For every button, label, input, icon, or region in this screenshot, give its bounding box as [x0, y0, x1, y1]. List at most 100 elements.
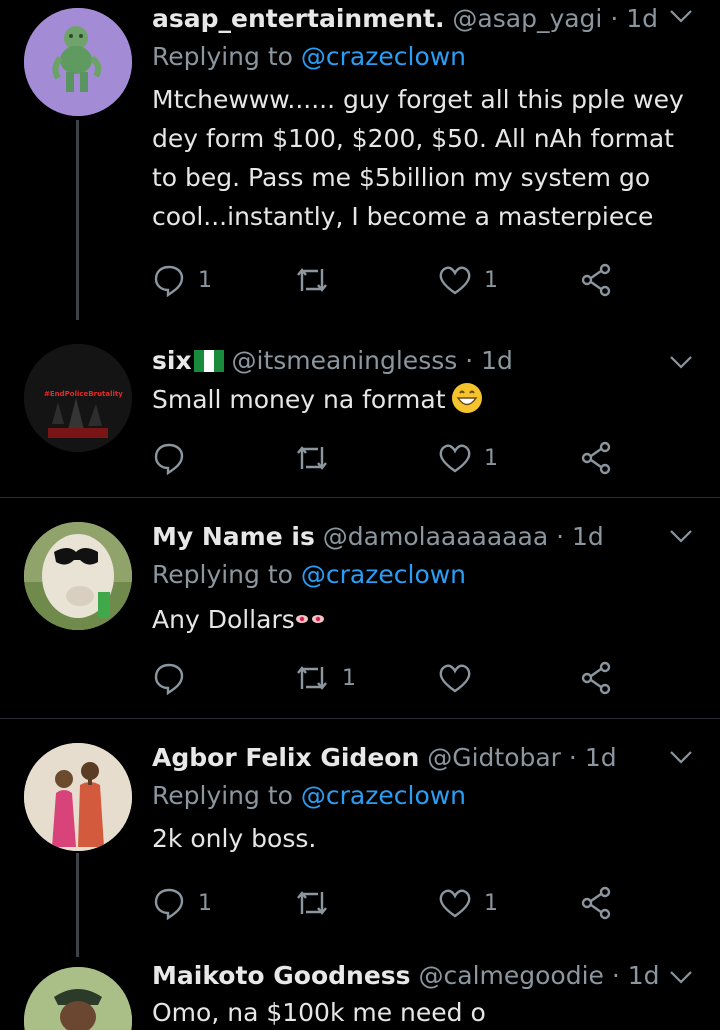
display-name[interactable]: My Name is — [152, 522, 315, 551]
tweet-header: My Name is @damolaaaaaaaa · 1d — [152, 520, 700, 554]
share-button[interactable] — [580, 658, 612, 698]
tweet[interactable]: Agbor Felix Gideon @Gidtobar · 1d Replyi… — [0, 719, 720, 957]
eyes-emoji-icon — [295, 598, 325, 623]
user-handle[interactable]: @itsmeaninglesss — [232, 346, 458, 375]
tweet[interactable]: Maikoto Goodness @calmegoodie · 1d Omo, … — [0, 955, 720, 1030]
replying-to-label: Replying to — [152, 42, 293, 71]
avatar[interactable] — [24, 967, 132, 1030]
share-icon — [581, 661, 611, 695]
tweet-header: six @itsmeaninglesss · 1d — [152, 344, 700, 378]
avatar-image — [24, 8, 132, 116]
thread-line — [76, 853, 79, 957]
timestamp[interactable]: · 1d — [610, 4, 658, 33]
like-count: 1 — [484, 267, 498, 293]
like-button[interactable]: 1 — [438, 260, 498, 300]
timestamp[interactable]: · 1d — [556, 522, 604, 551]
retweet-icon — [297, 891, 327, 915]
like-count: 1 — [484, 445, 498, 471]
reply-icon — [154, 443, 184, 475]
reply-count: 1 — [198, 890, 212, 916]
replying-to-label: Replying to — [152, 781, 293, 810]
display-name[interactable]: Agbor Felix Gideon — [152, 743, 419, 772]
timestamp[interactable]: · 1d — [612, 961, 660, 990]
avatar-caption: #EndPoliceBrutality — [44, 390, 123, 398]
replying-to-link[interactable]: @crazeclown — [301, 781, 466, 810]
chevron-down-icon[interactable] — [668, 747, 694, 767]
tweet-text: Omo, na $100k me need o — [152, 998, 486, 1027]
tweet[interactable]: My Name is @damolaaaaaaaa · 1d Replying … — [0, 498, 720, 716]
retweet-button[interactable] — [294, 260, 342, 300]
avatar[interactable] — [24, 522, 132, 630]
reply-button[interactable]: 1 — [152, 260, 212, 300]
reply-count: 1 — [198, 267, 212, 293]
like-count: 1 — [484, 890, 498, 916]
retweet-icon — [297, 666, 327, 690]
retweet-icon — [297, 446, 327, 470]
like-icon — [439, 266, 471, 295]
tweet-header: asap_entertainment. @asap_yagi · 1d — [152, 2, 700, 36]
like-button[interactable]: 1 — [438, 438, 498, 478]
retweet-button[interactable] — [294, 883, 342, 923]
avatar-image — [24, 743, 132, 851]
timestamp[interactable]: · 1d — [465, 346, 513, 375]
reply-button[interactable] — [152, 658, 198, 698]
like-icon — [439, 664, 471, 693]
share-button[interactable] — [580, 883, 612, 923]
reply-button[interactable]: 1 — [152, 883, 212, 923]
avatar[interactable]: #EndPoliceBrutality — [24, 344, 132, 452]
reply-icon — [154, 888, 184, 920]
like-icon — [439, 889, 471, 918]
retweet-button[interactable]: 1 — [294, 658, 356, 698]
tweet-text-row: Any Dollars — [152, 598, 700, 639]
avatar-image — [24, 344, 132, 452]
grinning-emoji-icon — [451, 383, 482, 413]
replying-to: Replying to @crazeclown — [152, 779, 700, 813]
replying-to-label: Replying to — [152, 560, 293, 589]
retweet-button[interactable] — [294, 438, 342, 478]
avatar[interactable] — [24, 743, 132, 851]
replying-to-link[interactable]: @crazeclown — [301, 42, 466, 71]
avatar[interactable] — [24, 8, 132, 116]
avatar-image — [24, 967, 132, 1030]
share-button[interactable] — [580, 260, 612, 300]
replying-to-link[interactable]: @crazeclown — [301, 560, 466, 589]
tweet-header: Maikoto Goodness @calmegoodie · 1d — [152, 959, 700, 993]
share-icon — [581, 441, 611, 475]
tweet[interactable]: asap_entertainment. @asap_yagi · 1d Repl… — [0, 0, 720, 320]
tweet-text: Any Dollars — [152, 605, 295, 634]
nigeria-flag-icon — [193, 347, 224, 372]
tweet-text: 2k only boss. — [152, 824, 317, 853]
retweet-count: 1 — [342, 665, 356, 691]
chevron-down-icon[interactable] — [668, 967, 694, 987]
tweet-text: Small money na format — [152, 385, 446, 414]
chevron-down-icon[interactable] — [668, 6, 694, 26]
tweet-text: Mtchewww...... guy forget all this pple … — [152, 85, 684, 231]
reply-button[interactable] — [152, 438, 198, 478]
share-icon — [581, 886, 611, 920]
display-name[interactable]: Maikoto Goodness — [152, 961, 411, 990]
retweet-icon — [297, 268, 327, 292]
share-icon — [581, 263, 611, 297]
like-button[interactable] — [438, 658, 484, 698]
reply-icon — [154, 265, 184, 297]
user-handle[interactable]: @Gidtobar — [427, 743, 561, 772]
chevron-down-icon[interactable] — [668, 352, 694, 372]
timestamp[interactable]: · 1d — [569, 743, 617, 772]
tweet-text-row: Small money na format — [152, 380, 700, 419]
user-handle[interactable]: @asap_yagi — [452, 4, 602, 33]
chevron-down-icon[interactable] — [668, 526, 694, 546]
like-button[interactable]: 1 — [438, 883, 498, 923]
display-name[interactable]: six — [152, 346, 192, 375]
reply-icon — [154, 663, 184, 695]
tweet-header: Agbor Felix Gideon @Gidtobar · 1d — [152, 741, 700, 775]
like-icon — [439, 444, 471, 473]
replying-to: Replying to @crazeclown — [152, 40, 700, 74]
user-handle[interactable]: @calmegoodie — [419, 961, 604, 990]
display-name[interactable]: asap_entertainment. — [152, 4, 444, 33]
replying-to: Replying to @crazeclown — [152, 558, 700, 592]
user-handle[interactable]: @damolaaaaaaaa — [323, 522, 548, 551]
avatar-image — [24, 522, 132, 630]
tweet[interactable]: #EndPoliceBrutality six @itsmeaninglesss… — [0, 310, 720, 496]
share-button[interactable] — [580, 438, 612, 478]
thread-line — [76, 120, 79, 320]
